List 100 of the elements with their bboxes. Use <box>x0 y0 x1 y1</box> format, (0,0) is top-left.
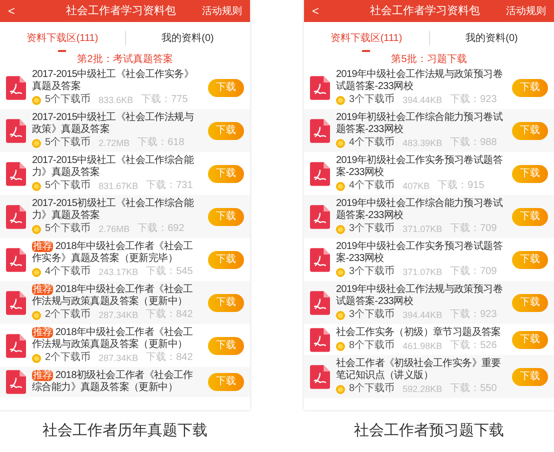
pdf-file-icon <box>310 162 330 186</box>
download-count: 下载：775 <box>141 94 188 106</box>
list-item[interactable]: 2019年初级社会工作综合能力预习卷试题答案-233网校 4个下载币 483.39KB 下载：988 下载 <box>304 109 554 152</box>
pdf-file-icon <box>310 290 330 314</box>
coin-icon <box>32 354 41 362</box>
item-title: 2017-2015中级社工《社会工作实务》真题及答案 <box>32 69 195 93</box>
download-count: 下载：923 <box>450 94 497 106</box>
pdf-file-icon <box>6 248 26 272</box>
file-size: 407KB <box>402 180 430 192</box>
list-item[interactable]: 2019年中级社会工作实务预习卷试题答案-233网校 3个下载币 371.07KB 下载：709 下载 <box>304 238 554 281</box>
item-title: 2019年中级社会工作综合能力预习卷试题答案-233网校 <box>336 198 504 222</box>
pdf-file-icon <box>6 290 26 314</box>
pdf-file-icon <box>310 118 330 142</box>
download-button[interactable]: 下载 <box>512 164 548 182</box>
pdf-file-icon <box>6 118 26 142</box>
coin-icon <box>32 224 41 234</box>
list-item[interactable]: 推荐 2018年中级社会工作者《社会工作实务》真题及答案（更新完毕） 4个下载币 243.17KB 下载：545 下载 <box>0 238 250 281</box>
coin-icon <box>32 138 41 148</box>
coin-cost: 4个下载币 <box>349 180 395 192</box>
file-size: 371.07KB <box>402 266 442 278</box>
coin-cost: 3个下载币 <box>349 223 395 235</box>
coin-icon <box>336 310 345 320</box>
list-item[interactable]: 推荐 2018年中级社会工作者《社会工作法规与政策真题及答案（更新中） 2个下载币 287.34KB 下载：842 下载 <box>0 281 250 324</box>
list-item[interactable]: 2017-2015初级社工《社会工作综合能力》真题及答案 5个下载币 2.76MB 下载：692 下载 <box>0 195 250 238</box>
item-title: 推荐 2018年中级社会工作者《社会工作法规与政策真题及答案（更新中） <box>32 327 194 351</box>
coin-icon <box>336 384 345 394</box>
list-item[interactable]: 2019年中级社会工作法规与政策预习卷试题答案-233网校 3个下载币 394.44KB 下载：923 下载 <box>304 281 554 324</box>
item-title: 2019年中级社会工作法规与政策预习卷试题答案-233网校 <box>336 69 504 93</box>
download-button[interactable]: 下载 <box>208 250 244 268</box>
tab[interactable]: 我的资料(0) <box>430 22 554 54</box>
tab[interactable]: 资料下载区(111) <box>0 22 124 54</box>
rules-link[interactable]: 活动规则 <box>502 4 546 18</box>
list-item[interactable]: 2019年初级社会工作实务预习卷试题答案-233网校 4个下载币 407KB 下载：915 下载 <box>304 152 554 195</box>
batch-label: 第5批：习题下载 <box>390 54 468 66</box>
coin-icon <box>32 96 41 104</box>
back-button[interactable]: < <box>312 2 348 20</box>
download-count: 下载：526 <box>450 340 497 352</box>
rules-link[interactable]: 活动规则 <box>198 4 242 18</box>
download-button[interactable]: 下载 <box>208 294 244 312</box>
tab[interactable]: 资料下载区(111) <box>304 22 428 54</box>
coin-cost: 4个下载币 <box>349 137 395 149</box>
item-title: 社会工作者《初级社会工作实务》重要笔记知识点（讲义版） <box>336 358 502 382</box>
file-size: 483.39KB <box>402 137 442 149</box>
download-button[interactable]: 下载 <box>208 208 244 226</box>
download-button[interactable]: 下载 <box>208 336 244 354</box>
download-button[interactable]: 下载 <box>208 122 244 140</box>
list-item[interactable]: 推荐 2018初级社会工作者《社会工作综合能力》真题及答案（更新中） 下载 <box>0 367 250 397</box>
file-size: 461.98KB <box>402 340 442 352</box>
back-button[interactable]: < <box>8 2 44 20</box>
pdf-file-icon <box>6 370 26 394</box>
file-size: 243.17KB <box>98 266 138 278</box>
coin-icon <box>336 96 345 104</box>
download-count: 下载：709 <box>450 266 497 278</box>
list-item[interactable]: 社会工作者《初级社会工作实务》重要笔记知识点（讲义版） 8个下载币 592.28KB 下载：550 下载 <box>304 355 554 398</box>
item-title: 2017-2015初级社工《社会工作综合能力》真题及答案 <box>32 198 195 222</box>
download-button[interactable]: 下载 <box>512 208 548 226</box>
download-count: 下载：709 <box>450 223 497 235</box>
download-count: 下载：915 <box>438 180 484 192</box>
file-size: 394.44KB <box>402 94 442 106</box>
coin-icon <box>336 138 345 148</box>
list-item[interactable]: 2017-2015中级社工《社会工作法规与政策》真题及答案 5个下载币 2.72MB 下载：618 下载 <box>0 109 250 152</box>
download-button[interactable]: 下载 <box>208 78 244 96</box>
download-count: 下载：842 <box>146 309 193 321</box>
coin-cost: 5个下载币 <box>45 137 91 149</box>
coin-icon <box>336 342 345 350</box>
caption: 社会工作者预习题下载 <box>354 420 504 441</box>
coin-icon <box>32 310 41 320</box>
file-size: 287.34KB <box>98 309 138 321</box>
list-item[interactable]: 2017-2015中级社工《社会工作实务》真题及答案 5个下载币 833.6KB 下载：775 下载 <box>0 66 250 109</box>
coin-icon <box>32 268 41 276</box>
pdf-file-icon <box>310 204 330 228</box>
file-size: 394.44KB <box>402 309 442 321</box>
list-item[interactable]: 2019年中级社会工作综合能力预习卷试题答案-233网校 3个下载币 371.07KB 下载：709 下载 <box>304 195 554 238</box>
download-count: 下载：550 <box>450 383 497 395</box>
file-size: 833.6KB <box>98 94 134 106</box>
file-size: 371.07KB <box>402 223 442 235</box>
download-count: 下载：618 <box>138 137 184 149</box>
download-count: 下载：692 <box>138 223 184 235</box>
download-button[interactable]: 下载 <box>512 250 548 268</box>
pdf-file-icon <box>310 248 330 272</box>
download-button[interactable]: 下载 <box>208 164 244 182</box>
download-button[interactable]: 下载 <box>208 373 244 391</box>
download-button[interactable]: 下载 <box>512 78 548 96</box>
download-button[interactable]: 下载 <box>512 294 548 312</box>
list-item[interactable]: 社会工作实务（初级）章节习题及答案 8个下载币 461.98KB 下载：526 下载 <box>304 324 554 355</box>
tab[interactable]: 我的资料(0) <box>126 22 250 54</box>
coin-cost: 8个下载币 <box>349 383 395 395</box>
download-button[interactable]: 下载 <box>512 330 548 348</box>
pdf-file-icon <box>310 364 330 388</box>
item-title: 推荐 2018年中级社会工作者《社会工作法规与政策真题及答案（更新中） <box>32 284 194 308</box>
caption: 社会工作者历年真题下载 <box>42 420 208 441</box>
coin-cost: 5个下载币 <box>45 223 91 235</box>
item-title: 2019年中级社会工作实务预习卷试题答案-233网校 <box>336 241 504 265</box>
item-title: 推荐 2018初级社会工作者《社会工作综合能力》真题及答案（更新中） <box>32 370 194 394</box>
list-item[interactable]: 2017-2015中级社工《社会工作综合能力》真题及答案 5个下载币 831.67KB 下载：731 下载 <box>0 152 250 195</box>
download-button[interactable]: 下载 <box>512 368 548 386</box>
list-item[interactable]: 2019年中级社会工作法规与政策预习卷试题答案-233网校 3个下载币 394.44KB 下载：923 下载 <box>304 66 554 109</box>
list-item[interactable]: 推荐 2018年中级社会工作者《社会工作法规与政策真题及答案（更新中） 2个下载币 287.34KB 下载：842 下载 <box>0 324 250 367</box>
file-size: 2.76MB <box>98 223 130 235</box>
download-button[interactable]: 下载 <box>512 122 548 140</box>
